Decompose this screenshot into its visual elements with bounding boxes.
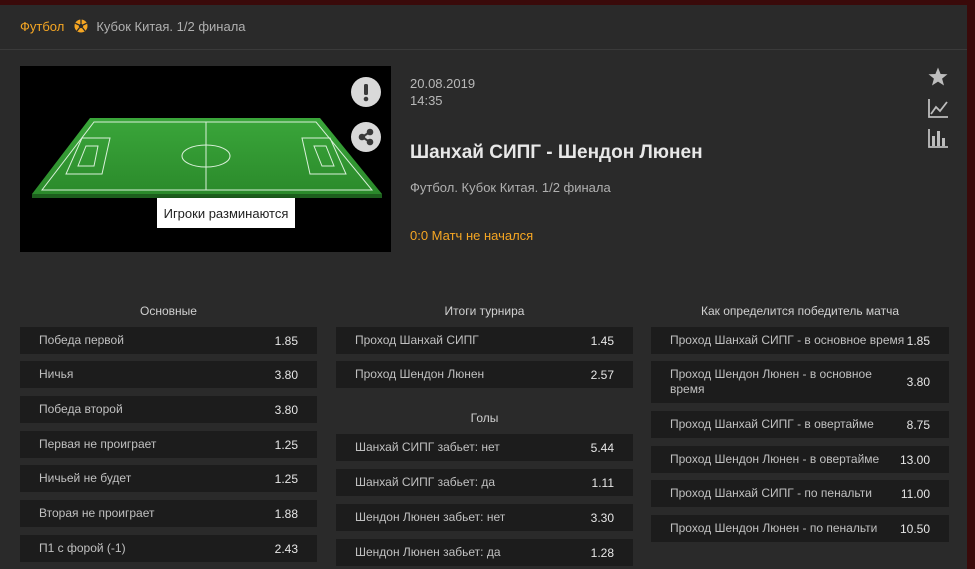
odd-label: Проход Шендон Люнен - по пенальти	[670, 521, 878, 535]
breadcrumb: Футбол Кубок Китая. 1/2 финала	[20, 17, 246, 35]
odd-value: 1.28	[590, 545, 614, 560]
column-title: Как определится победитель матча	[700, 304, 899, 318]
column-title: Голы	[470, 411, 499, 425]
odd-label: Проход Шендон Люнен - в овертайме	[670, 452, 880, 466]
match-subtitle: Футбол. Кубок Китая. 1/2 финала	[410, 180, 611, 195]
star-icon[interactable]	[927, 66, 949, 88]
bar-chart-icon[interactable]	[927, 127, 949, 149]
odd-label: Проход Шанхай СИПГ - по пенальти	[670, 486, 872, 500]
odd-row[interactable]: Победа второй 3.80	[20, 396, 317, 423]
odd-value: 8.75	[906, 417, 930, 432]
odd-label: Ничьей не будет	[39, 471, 132, 485]
odd-value: 1.85	[274, 333, 298, 348]
odd-label: Победа первой	[39, 333, 124, 347]
main-bets-column: Основные	[20, 303, 317, 319]
top-border	[0, 0, 975, 5]
line-chart-icon[interactable]	[927, 97, 949, 119]
odd-row[interactable]: Шанхай СИПГ забьет: нет 5.44	[336, 434, 633, 461]
odd-row[interactable]: Вторая не проиграет 1.88	[20, 500, 317, 527]
odd-row[interactable]: Проход Шендон Люнен - по пенальти 10.50	[651, 515, 949, 542]
odd-label: П1 с форой (-1)	[39, 541, 126, 555]
odd-label: Шендон Люнен забьет: нет	[355, 510, 506, 524]
odd-label: Ничья	[39, 367, 74, 381]
odd-row[interactable]: Проход Шанхай СИПГ - по пенальти 11.00	[651, 480, 949, 507]
odd-row[interactable]: Ничьей не будет 1.25	[20, 465, 317, 492]
odd-value: 1.25	[274, 471, 298, 486]
odd-row[interactable]: Проход Шанхай СИПГ - в овертайме 8.75	[651, 411, 949, 438]
column-title: Основные	[140, 304, 197, 318]
odd-value: 1.11	[591, 475, 614, 490]
odd-row[interactable]: Проход Шендон Люнен 2.57	[336, 361, 633, 388]
odd-row[interactable]: Проход Шанхай СИПГ - в основное время 1.…	[651, 327, 949, 354]
odd-label: Шанхай СИПГ забьет: нет	[355, 440, 500, 454]
odd-label: Проход Шендон Люнен - в основное время	[670, 367, 872, 396]
odd-row[interactable]: Проход Шендон Люнен - в основное время 3…	[651, 361, 949, 403]
match-date: 20.08.2019	[410, 76, 476, 91]
match-title: Шанхай СИПГ - Шендон Люнен	[410, 142, 703, 163]
odd-value: 3.80	[274, 402, 298, 417]
exclamation-icon[interactable]	[351, 77, 381, 107]
odd-value: 1.88	[274, 506, 298, 521]
odd-value: 1.25	[274, 437, 298, 452]
odd-row[interactable]: Первая не проиграет 1.25	[20, 431, 317, 458]
match-visualization: Игроки разминаются	[20, 66, 391, 252]
odd-row[interactable]: П1 с форой (-1) 2.43	[20, 535, 317, 562]
match-status: 0:0 Матч не начался	[410, 228, 534, 243]
right-border	[967, 0, 975, 569]
odd-row[interactable]: Проход Шендон Люнен - в овертайме 13.00	[651, 446, 949, 473]
odd-row[interactable]: Шендон Люнен забьет: нет 3.30	[336, 504, 633, 531]
odd-row[interactable]: Проход Шанхай СИПГ 1.45	[336, 327, 633, 354]
odd-label: Проход Шанхай СИПГ - в овертайме	[670, 417, 874, 431]
share-icon[interactable]	[351, 122, 381, 152]
match-time: 14:35	[410, 93, 443, 108]
odd-row[interactable]: Победа первой 1.85	[20, 327, 317, 354]
odd-row[interactable]: Шанхай СИПГ забьет: да 1.11	[336, 469, 633, 496]
odd-label: Первая не проиграет	[39, 437, 157, 451]
odd-value: 11.00	[900, 486, 930, 501]
odd-row[interactable]: Шендон Люнен забьет: да 1.28	[336, 539, 633, 566]
odd-value: 3.30	[590, 510, 614, 525]
odd-label: Победа второй	[39, 402, 123, 416]
goals-section: Голы	[336, 410, 633, 426]
winner-bets-column: Как определится победитель матча	[651, 303, 949, 319]
odd-value: 13.00	[899, 452, 930, 467]
odd-label: Вторая не проиграет	[39, 506, 155, 520]
odd-value: 10.50	[899, 521, 930, 536]
column-title: Итоги турнира	[444, 304, 525, 318]
tournament-bets-column: Итоги турнира	[336, 303, 633, 319]
odd-label: Проход Шендон Люнен	[355, 367, 485, 381]
odd-label: Шанхай СИПГ забьет: да	[355, 475, 496, 489]
odd-value: 2.43	[274, 541, 298, 556]
breadcrumb-tournament-link[interactable]: Кубок Китая. 1/2 финала	[96, 19, 245, 34]
odd-label: Проход Шанхай СИПГ	[355, 333, 479, 347]
field-status-label: Игроки разминаются	[157, 198, 295, 228]
odd-row[interactable]: Ничья 3.80	[20, 361, 317, 388]
odd-label: Шендон Люнен забьет: да	[355, 545, 501, 559]
odd-value: 1.45	[590, 333, 614, 348]
odd-value: 1.85	[906, 333, 930, 348]
odd-value: 3.80	[274, 367, 298, 382]
header-divider	[0, 49, 967, 50]
odd-label: Проход Шанхай СИПГ - в основное время	[670, 333, 905, 347]
odd-value: 3.80	[906, 375, 930, 389]
odd-value: 5.44	[590, 440, 614, 455]
odd-value: 2.57	[590, 367, 614, 382]
breadcrumb-sport-link[interactable]: Футбол	[20, 19, 64, 34]
football-icon	[74, 19, 88, 33]
